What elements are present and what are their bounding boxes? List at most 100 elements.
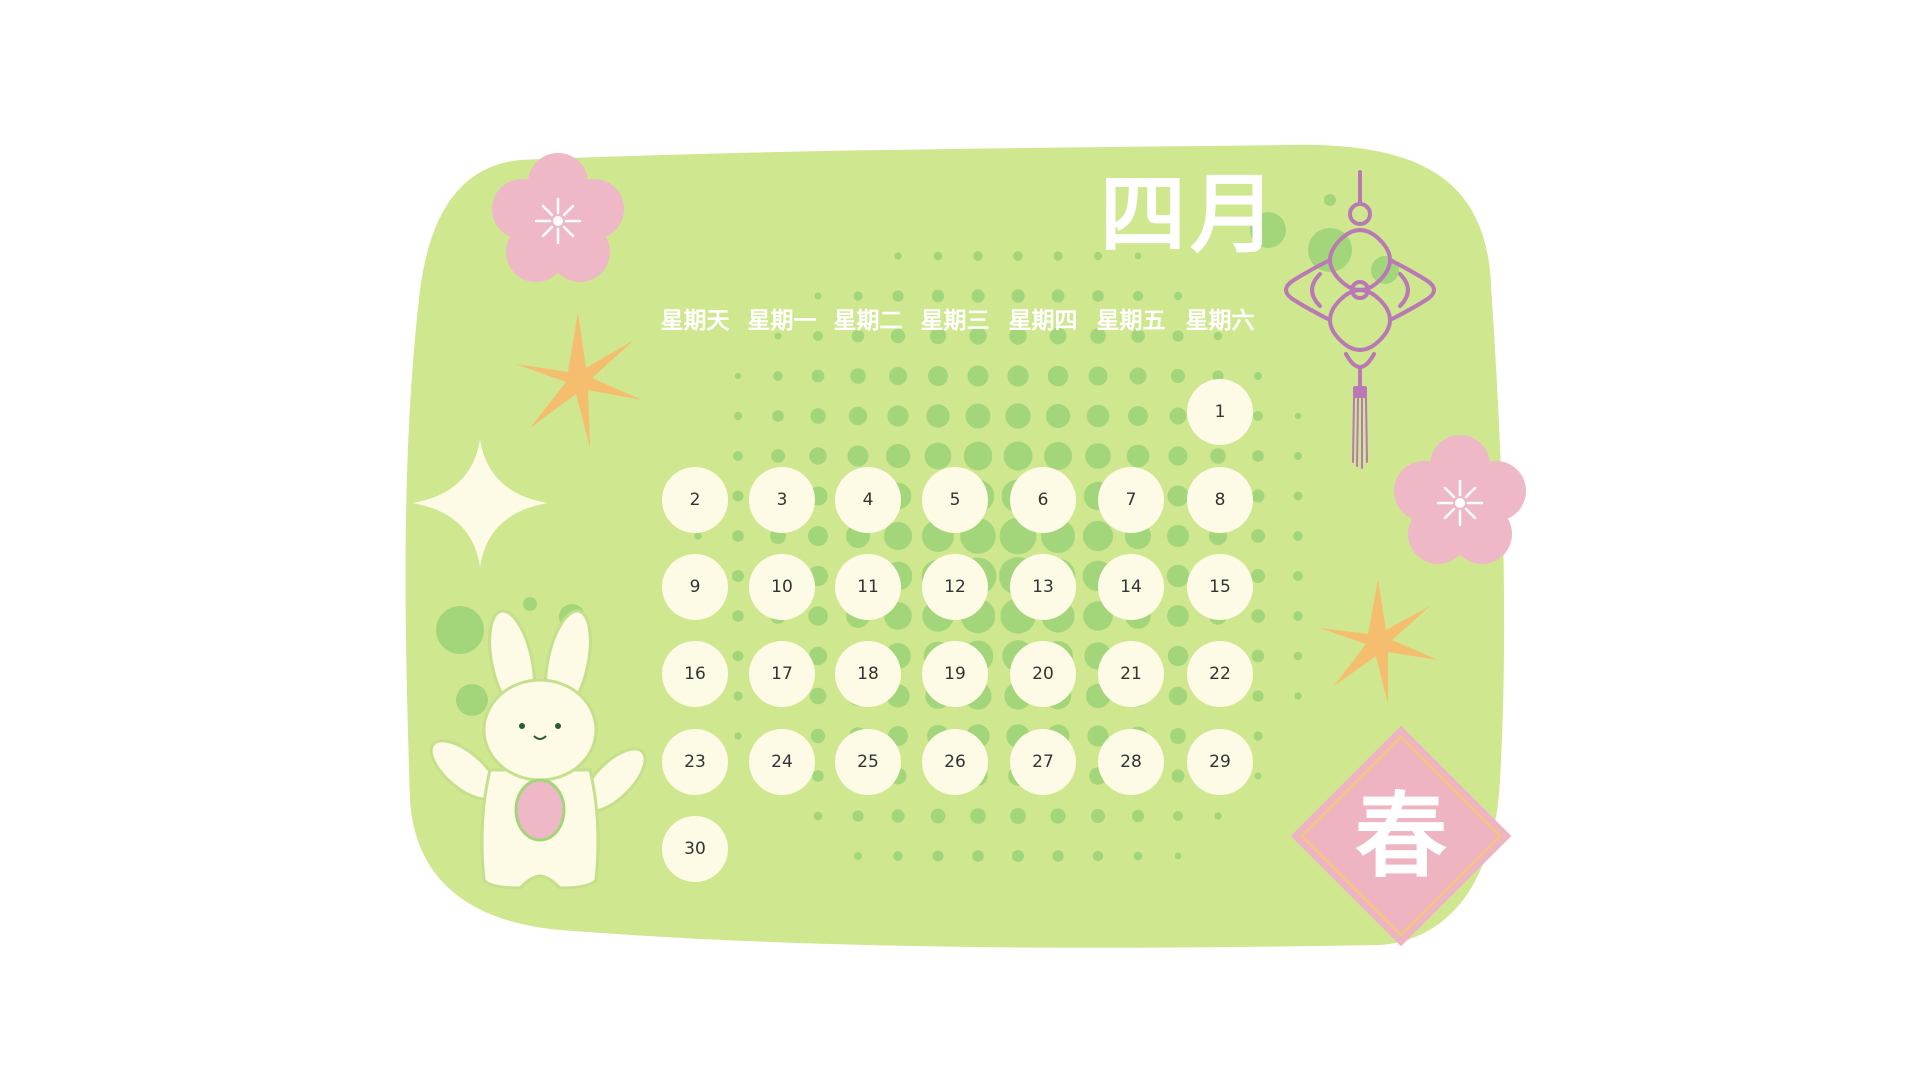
halftone-dot: [1171, 769, 1185, 783]
halftone-dot: [811, 369, 825, 383]
halftone-dot: [970, 808, 986, 824]
halftone-dot: [893, 851, 903, 861]
calendar-day[interactable]: 6: [1010, 467, 1076, 533]
halftone-dot: [1251, 529, 1265, 543]
halftone-dot: [848, 406, 868, 426]
halftone-dot: [1091, 809, 1105, 823]
calendar-day[interactable]: 20: [1010, 641, 1076, 707]
halftone-dot: [885, 443, 911, 469]
halftone-dot: [1293, 491, 1303, 501]
halftone-dot: [1167, 645, 1189, 667]
halftone-dot: [1253, 731, 1263, 741]
halftone-dot: [1253, 411, 1263, 421]
halftone-dot: [1174, 852, 1182, 860]
calendar-day[interactable]: 4: [835, 467, 901, 533]
halftone-dot: [928, 366, 948, 386]
halftone-dot: [930, 808, 946, 824]
halftone-dot: [1254, 772, 1262, 780]
weekday-label: 星期二: [833, 308, 903, 334]
halftone-dot: [812, 770, 824, 782]
calendar-day[interactable]: 9: [662, 554, 728, 620]
calendar-day[interactable]: 15: [1187, 554, 1253, 620]
halftone-dot: [1173, 291, 1183, 301]
halftone-dot: [1173, 811, 1183, 821]
halftone-dot: [967, 365, 989, 387]
halftone-dot: [1128, 406, 1148, 426]
calendar-day[interactable]: 19: [922, 641, 988, 707]
calendar-day[interactable]: 1: [1187, 379, 1253, 445]
halftone-dot: [1170, 368, 1186, 384]
calendar-day[interactable]: 26: [922, 729, 988, 795]
calendar-day[interactable]: 30: [662, 816, 728, 882]
calendar-day[interactable]: 25: [835, 729, 901, 795]
halftone-dot: [1013, 251, 1023, 261]
calendar-day[interactable]: 23: [662, 729, 728, 795]
calendar-day[interactable]: 3: [749, 467, 815, 533]
calendar-day[interactable]: 29: [1187, 729, 1253, 795]
halftone-dot: [814, 292, 822, 300]
halftone-dot: [1293, 651, 1303, 661]
halftone-dot: [808, 526, 828, 546]
halftone-dot: [891, 809, 905, 823]
halftone-dot: [1005, 403, 1031, 429]
halftone-dot: [809, 687, 827, 705]
halftone-dot: [1252, 450, 1264, 462]
halftone-dot: [734, 732, 742, 740]
calendar-day[interactable]: 21: [1098, 641, 1164, 707]
calendar-day[interactable]: 27: [1010, 729, 1076, 795]
halftone-dot: [734, 372, 742, 380]
halftone-dot: [810, 728, 826, 744]
calendar-day[interactable]: 24: [749, 729, 815, 795]
weekday-label: 星期四: [1008, 308, 1078, 334]
halftone-dot: [973, 251, 983, 261]
halftone-dot: [1294, 412, 1302, 420]
calendar-day[interactable]: 14: [1098, 554, 1164, 620]
halftone-dot: [1003, 441, 1033, 471]
calendar-day[interactable]: 2: [662, 467, 728, 533]
calendar-day[interactable]: 11: [835, 554, 901, 620]
halftone-dot: [772, 410, 784, 422]
weekday-label: 星期天: [660, 308, 730, 334]
calendar-day[interactable]: 5: [922, 467, 988, 533]
halftone-dot: [1168, 446, 1188, 466]
halftone-dot: [972, 850, 984, 862]
halftone-dot: [889, 367, 907, 385]
calendar-day[interactable]: 7: [1098, 467, 1164, 533]
calendar-day[interactable]: 13: [1010, 554, 1076, 620]
halftone-dot: [854, 852, 862, 860]
halftone-dot: [926, 404, 950, 428]
halftone-dot: [1169, 407, 1187, 425]
halftone-dot: [1088, 366, 1108, 386]
halftone-dot: [924, 442, 952, 470]
halftone-dot: [1053, 251, 1063, 261]
calendar-day[interactable]: 10: [749, 554, 815, 620]
calendar-day[interactable]: 28: [1098, 729, 1164, 795]
calendar-day[interactable]: 17: [749, 641, 815, 707]
halftone-dot: [1047, 365, 1069, 387]
halftone-dot: [1293, 611, 1303, 621]
halftone-dot: [887, 405, 909, 427]
halftone-dot: [1168, 686, 1188, 706]
halftone-dot: [1129, 367, 1147, 385]
halftone-dot: [965, 403, 991, 429]
halftone-dot: [1044, 442, 1072, 470]
halftone-dot: [853, 291, 863, 301]
month-title: 四月: [1100, 165, 1280, 265]
calendar-day[interactable]: 16: [662, 641, 728, 707]
halftone-dot: [852, 810, 864, 822]
calendar-day[interactable]: 18: [835, 641, 901, 707]
halftone-dot: [732, 610, 744, 622]
calendar-day[interactable]: 8: [1187, 467, 1253, 533]
halftone-dot: [1251, 649, 1265, 663]
calendar-day[interactable]: 12: [922, 554, 988, 620]
halftone-dot: [732, 530, 744, 542]
halftone-dot: [1045, 403, 1071, 429]
halftone-dot: [1252, 690, 1264, 702]
calendar-day[interactable]: 22: [1187, 641, 1253, 707]
halftone-dot: [809, 447, 827, 465]
decor-layer: [405, 144, 1526, 948]
weekday-label: 星期一: [747, 308, 817, 334]
halftone-dot: [1251, 489, 1265, 503]
halftone-dot: [1007, 365, 1029, 387]
halftone-dot: [810, 408, 826, 424]
